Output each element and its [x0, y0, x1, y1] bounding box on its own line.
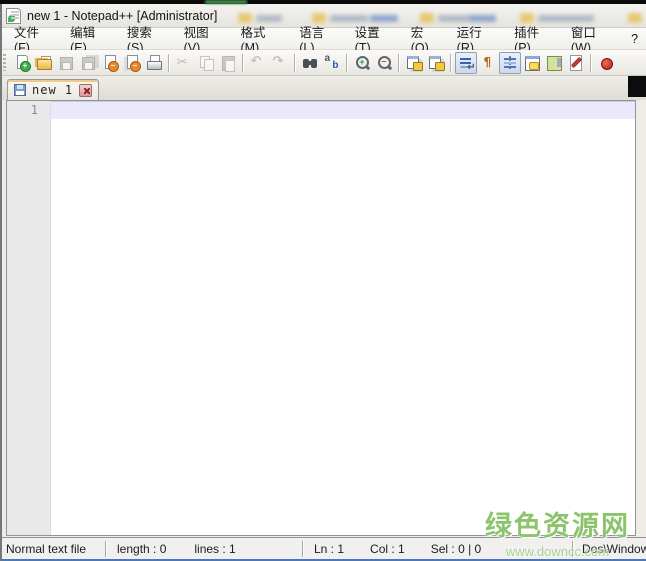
- find-icon[interactable]: [299, 52, 321, 74]
- zoom-in-icon[interactable]: [351, 52, 373, 74]
- background-folder-icon: [628, 13, 642, 23]
- record-macro-icon[interactable]: [595, 52, 617, 74]
- length-label: length : 0: [117, 542, 166, 556]
- save-all-icon[interactable]: [77, 52, 99, 74]
- tab-label: new 1: [32, 83, 73, 97]
- tab-close-icon[interactable]: [79, 84, 92, 97]
- close-all-icon[interactable]: [121, 52, 143, 74]
- close-icon[interactable]: [99, 52, 121, 74]
- toolbar: [0, 50, 646, 76]
- indent-guide-icon[interactable]: [499, 52, 521, 74]
- toolbar-separator: [294, 54, 296, 72]
- doc-type-label: Normal text file: [6, 542, 86, 556]
- document-map-icon[interactable]: [543, 52, 565, 74]
- function-list-icon[interactable]: [565, 52, 587, 74]
- menu-item-help[interactable]: ?: [623, 30, 646, 48]
- replace-icon[interactable]: [321, 52, 343, 74]
- eol-format-label: Dos\Windows: [582, 542, 646, 556]
- word-wrap-icon[interactable]: [455, 52, 477, 74]
- toolbar-separator: [590, 54, 592, 72]
- print-icon[interactable]: [143, 52, 165, 74]
- lines-label: lines : 1: [194, 542, 235, 556]
- selection-label: Sel : 0 | 0: [431, 542, 481, 556]
- open-file-icon[interactable]: [33, 52, 55, 74]
- sync-horizontal-scroll-icon[interactable]: [425, 52, 447, 74]
- notepad-plus-plus-window: new 1 - Notepad++ [Administrator] 文件(F)编…: [0, 0, 646, 561]
- user-defined-dialog-icon[interactable]: [521, 52, 543, 74]
- toolbar-grip[interactable]: [3, 54, 6, 71]
- redo-icon[interactable]: [269, 52, 291, 74]
- menu-bar: 文件(F)编辑(E)搜索(S)视图(V)格式(M)语言(L)设置(T)宏(O)运…: [0, 28, 646, 50]
- sync-vertical-scroll-icon[interactable]: [403, 52, 425, 74]
- line-position-label: Ln : 1: [314, 542, 344, 556]
- desktop-background-top: [0, 0, 646, 4]
- new-file-icon[interactable]: [11, 52, 33, 74]
- toolbar-separator: [242, 54, 244, 72]
- show-all-characters-icon[interactable]: [477, 52, 499, 74]
- paste-icon[interactable]: [217, 52, 239, 74]
- saved-file-icon: [14, 84, 26, 96]
- column-position-label: Col : 1: [370, 542, 405, 556]
- toolbar-separator: [346, 54, 348, 72]
- current-line-highlight: [51, 102, 635, 119]
- cut-icon[interactable]: [173, 52, 195, 74]
- toolbar-separator: [398, 54, 400, 72]
- toolbar-separator: [450, 54, 452, 72]
- copy-icon[interactable]: [195, 52, 217, 74]
- editor-area[interactable]: 1: [6, 100, 636, 536]
- tab-bar: new 1: [0, 76, 646, 100]
- status-bar: Normal text file length : 0 lines : 1 Ln…: [0, 537, 646, 559]
- tab-new-1[interactable]: new 1: [7, 79, 99, 100]
- text-content[interactable]: [51, 101, 635, 535]
- save-icon[interactable]: [55, 52, 77, 74]
- background-window-fragment: [628, 76, 646, 97]
- toolbar-separator: [168, 54, 170, 72]
- undo-icon[interactable]: [247, 52, 269, 74]
- window-left-edge: [0, 4, 2, 561]
- background-green-blob: [205, 0, 247, 4]
- line-number: 1: [7, 101, 50, 117]
- line-number-gutter: 1: [7, 101, 51, 535]
- zoom-out-icon[interactable]: [373, 52, 395, 74]
